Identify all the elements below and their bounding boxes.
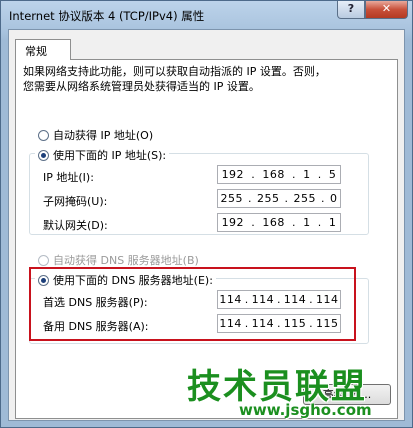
ip-address-octet-4: 5 — [328, 168, 337, 181]
subnet-mask-label: 子网掩码(U): — [43, 195, 108, 208]
title-bar[interactable]: Internet 协议版本 4 (TCP/IPv4) 属性 ? ✕ — [1, 1, 412, 29]
default-gateway-octet-4: 1 — [328, 216, 337, 229]
default-gateway-input[interactable]: 192. 168. 1. 1 — [217, 213, 341, 232]
description-line-1: 如果网络支持此功能，则可以获取自动指派的 IP 设置。否则， — [23, 65, 326, 78]
ip-address-label: IP 地址(I): — [43, 171, 94, 184]
description: 如果网络支持此功能，则可以获取自动指派的 IP 设置。否则， 您需要从网络系统管… — [23, 64, 326, 94]
window-title: Internet 协议版本 4 (TCP/IPv4) 属性 — [9, 9, 205, 23]
subnet-mask-octet-1: 255 — [220, 192, 243, 205]
watermark-url: www.jsgho.com — [239, 401, 372, 419]
description-line-2: 您需要从网络系统管理员处获得适当的 IP 设置。 — [23, 80, 260, 93]
default-gateway-label: 默认网关(D): — [43, 219, 108, 232]
subnet-mask-octet-2: 255 — [257, 192, 280, 205]
tab-general[interactable]: 常规 — [15, 39, 71, 60]
help-button[interactable]: ? — [337, 1, 365, 19]
subnet-mask-input[interactable]: 255. 255. 255. 0 — [217, 189, 341, 208]
default-gateway-octet-2: 168 — [262, 216, 285, 229]
ip-address-octet-1: 192 — [221, 168, 245, 181]
ip-manual-label: 使用下面的 IP 地址(S): — [53, 149, 167, 162]
ip-auto-option[interactable]: 自动获得 IP 地址(O) — [35, 127, 157, 143]
ip-address-input[interactable]: 192. 168. 1. 5 — [217, 165, 341, 184]
ip-manual-option[interactable]: 使用下面的 IP 地址(S): — [35, 147, 170, 163]
ip-address-octet-3: 1 — [303, 168, 311, 181]
dns-auto-option[interactable]: 自动获得 DNS 服务器地址(B) — [35, 252, 202, 268]
dns-auto-label: 自动获得 DNS 服务器地址(B) — [53, 254, 199, 267]
ip-manual-radio[interactable] — [38, 149, 49, 161]
dns-highlight-box — [29, 267, 356, 341]
subnet-mask-octet-4: 0 — [330, 192, 338, 205]
dialog-window: Internet 协议版本 4 (TCP/IPv4) 属性 ? ✕ 常规 如果网… — [0, 0, 413, 428]
ip-address-octet-2: 168 — [262, 168, 285, 181]
close-button[interactable]: ✕ — [365, 1, 408, 19]
ip-auto-radio[interactable] — [38, 129, 49, 141]
subnet-mask-octet-3: 255 — [293, 192, 316, 205]
default-gateway-octet-1: 192 — [221, 216, 245, 229]
ip-auto-label: 自动获得 IP 地址(O) — [53, 129, 154, 142]
default-gateway-octet-3: 1 — [303, 216, 311, 229]
dns-auto-radio[interactable] — [38, 254, 49, 266]
